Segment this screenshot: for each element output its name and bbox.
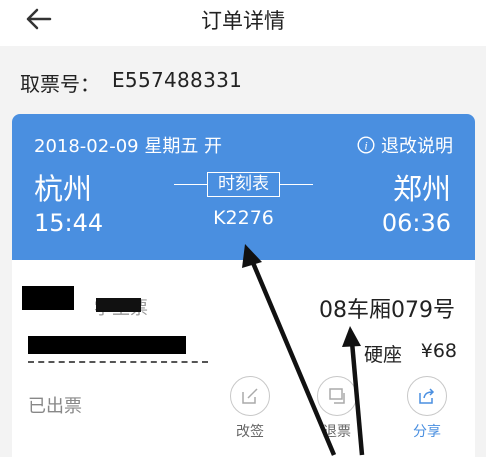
- ticket-number-label: 取票号：: [20, 72, 100, 96]
- id-number-redacted-text: [28, 353, 208, 363]
- share-button[interactable]: 分享: [399, 376, 455, 441]
- page-title: 订单详情: [201, 9, 285, 33]
- id-number-redaction: [28, 336, 186, 354]
- refund-icon: [329, 388, 345, 404]
- ticket-status: 已出票: [28, 396, 82, 417]
- refund-rules-link[interactable]: i 退改说明: [357, 132, 453, 158]
- refund-rules-label: 退改说明: [381, 136, 453, 157]
- share-icon: [419, 388, 435, 404]
- ticket-price: ¥68: [420, 340, 457, 362]
- change-ticket-button[interactable]: 改签: [222, 376, 278, 441]
- train-number: K2276: [213, 207, 274, 229]
- share-label: 分享: [413, 424, 441, 440]
- top-nav-bar: 订单详情: [0, 0, 486, 46]
- route-line-right: [280, 184, 313, 185]
- change-ticket-label: 改签: [236, 424, 264, 440]
- refund-ticket-circle: [317, 376, 357, 416]
- seat-type: 硬座: [364, 344, 403, 366]
- trip-summary: 2018-02-09 星期五 开 i 退改说明 杭州 郑州 15:44 06:3…: [12, 114, 475, 260]
- route-line-left: [174, 184, 207, 185]
- ticket-number-value: E557488331: [112, 68, 243, 92]
- ticket-number-bar: 取票号： E557488331: [0, 46, 486, 114]
- departure-city: 杭州: [34, 172, 93, 206]
- schedule-button[interactable]: 时刻表: [207, 172, 280, 197]
- passenger-name-redacted: [22, 286, 74, 310]
- change-ticket-circle: [230, 376, 270, 416]
- ticket-type-redaction: [96, 298, 141, 312]
- departure-time: 15:44: [34, 209, 104, 237]
- share-circle: [407, 376, 447, 416]
- arrival-city: 郑州: [392, 172, 451, 206]
- svg-text:i: i: [364, 139, 367, 153]
- departure-date: 2018-02-09 星期五 开: [34, 136, 223, 157]
- refund-ticket-button[interactable]: 退票: [309, 376, 365, 441]
- ticket-card: 2018-02-09 星期五 开 i 退改说明 杭州 郑州 15:44 06:3…: [12, 114, 475, 457]
- edit-icon: [242, 388, 258, 404]
- info-icon: i: [357, 136, 375, 154]
- arrival-time: 06:36: [381, 209, 451, 237]
- refund-ticket-label: 退票: [323, 424, 351, 440]
- seat-number: 08车厢079号: [319, 298, 455, 323]
